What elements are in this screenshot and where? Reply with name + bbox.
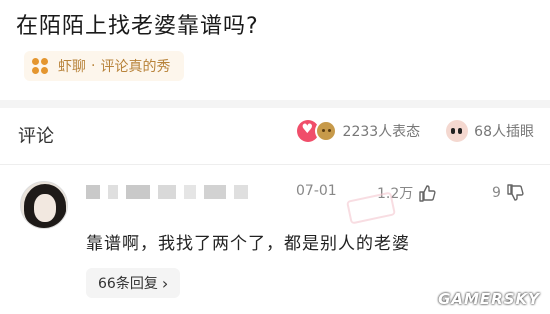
chevron-right-icon: › [161, 273, 169, 293]
watermark-stamp-icon [346, 191, 396, 225]
avatar[interactable] [20, 181, 68, 229]
replies-label: 66条回复 [98, 276, 158, 292]
comment-divider [0, 164, 550, 165]
reaction-stats[interactable]: 2233人表态 68人插眼 [296, 120, 534, 142]
comment-date: 07-01 [296, 183, 337, 199]
source-app-name: 虾聊 [58, 59, 86, 75]
app-logo-icon [32, 58, 48, 74]
eyes-icon [446, 120, 469, 142]
source-channel-name: 评论真的秀 [100, 59, 171, 75]
username-redacted[interactable] [86, 183, 296, 201]
dislike-count: 9 [492, 185, 501, 201]
dislike-button[interactable]: 9 [492, 183, 525, 203]
thumbs-down-icon [507, 184, 524, 201]
comment-body: 靠谱啊，我找了两个了，都是别人的老婆 [86, 234, 410, 254]
gamersky-watermark: GAMERSKY [438, 290, 540, 308]
illustrations-count[interactable]: 68人插眼 [474, 121, 534, 141]
section-divider [0, 100, 550, 108]
view-replies-button[interactable]: 66条回复 › [86, 268, 181, 298]
question-title[interactable]: 在陌陌上找老婆靠谱吗? [16, 8, 259, 40]
comments-heading: 评论 [18, 126, 54, 147]
source-separator: · [91, 58, 96, 74]
source-tag[interactable]: 虾聊 · 评论真的秀 [24, 51, 185, 81]
thumbs-up-icon [419, 185, 436, 202]
reactions-count[interactable]: 2233人表态 [343, 121, 421, 141]
emoji-reaction-icon [314, 120, 337, 142]
